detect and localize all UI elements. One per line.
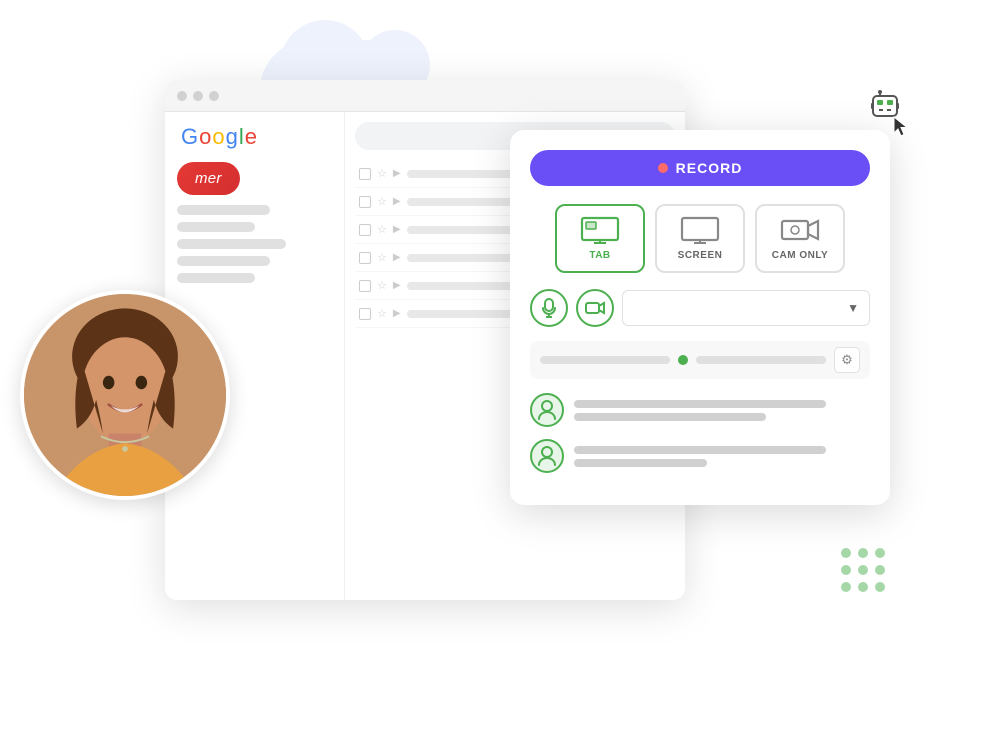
deco-dot (858, 548, 868, 558)
gmail-checkbox (359, 252, 371, 264)
compose-button[interactable]: mer (177, 162, 240, 195)
mode-button-tab[interactable]: TAB (555, 204, 645, 273)
gmail-arrow: ▶ (393, 252, 401, 263)
participant-info-1 (574, 400, 870, 421)
gmail-star: ☆ (377, 307, 387, 320)
gmail-star: ☆ (377, 195, 387, 208)
microphone-button[interactable] (530, 289, 568, 327)
tab-mode-icon (580, 216, 620, 244)
gmail-nav-item-5 (177, 273, 255, 283)
tab-bar-item-1 (540, 356, 670, 364)
deco-dot (841, 582, 851, 592)
participant-name-line (574, 400, 826, 408)
cam-only-mode-label: CAM ONLY (772, 250, 828, 261)
mode-button-cam-only[interactable]: CAM ONLY (755, 204, 845, 273)
cam-only-mode-icon (780, 216, 820, 244)
gmail-arrow: ▶ (393, 308, 401, 319)
browser-dot-3 (209, 91, 219, 101)
gmail-star: ☆ (377, 251, 387, 264)
gmail-nav-item-1 (177, 205, 270, 215)
mode-button-screen[interactable]: SCREEN (655, 204, 745, 273)
chevron-down-icon: ▼ (847, 301, 859, 315)
deco-dot (841, 548, 851, 558)
gmail-arrow: ▶ (393, 224, 401, 235)
participant-avatar-1 (530, 393, 564, 427)
browser-titlebar (165, 80, 685, 112)
participant-name-line (574, 446, 826, 454)
participant-info-2 (574, 446, 870, 467)
deco-dot (875, 582, 885, 592)
mode-buttons-container: TAB SCREEN (530, 204, 870, 273)
deco-dot (858, 582, 868, 592)
deco-dot (858, 565, 868, 575)
gmail-star: ☆ (377, 279, 387, 292)
decorative-dots (841, 548, 885, 592)
profile-photo-circle (20, 290, 230, 500)
browser-dot-2 (193, 91, 203, 101)
deco-dot (875, 548, 885, 558)
gmail-nav-item-4 (177, 256, 270, 266)
tab-bar: ⚙ (530, 341, 870, 379)
record-dot-icon (658, 163, 668, 173)
participant-detail-line (574, 459, 707, 467)
gmail-star: ☆ (377, 223, 387, 236)
deco-dot (841, 565, 851, 575)
tab-bar-item-2 (696, 356, 826, 364)
gmail-checkbox (359, 196, 371, 208)
participant-row-2 (530, 439, 870, 473)
tab-mode-label: TAB (589, 250, 610, 261)
tab-active-indicator (678, 355, 688, 365)
gmail-checkbox (359, 224, 371, 236)
gmail-arrow: ▶ (393, 196, 401, 207)
record-label: RECORD (676, 160, 743, 176)
gear-icon: ⚙ (841, 352, 853, 368)
recording-panel: RECORD TAB (510, 130, 890, 505)
screen-mode-label: SCREEN (678, 250, 723, 261)
gmail-arrow: ▶ (393, 168, 401, 179)
screen-mode-icon (680, 216, 720, 244)
browser-dot-1 (177, 91, 187, 101)
record-button[interactable]: RECORD (530, 150, 870, 186)
profile-image (24, 294, 226, 496)
camera-button[interactable] (576, 289, 614, 327)
camera-select-dropdown[interactable]: ▼ (622, 290, 870, 326)
compose-label: mer (195, 170, 222, 187)
participant-detail-line (574, 413, 766, 421)
settings-button[interactable]: ⚙ (834, 347, 860, 373)
participant-row-1 (530, 393, 870, 427)
gmail-star: ☆ (377, 167, 387, 180)
scene: Google mer ☆ ▶ (0, 0, 990, 747)
gmail-nav-item-2 (177, 222, 255, 232)
gmail-checkbox (359, 168, 371, 180)
gmail-checkbox (359, 308, 371, 320)
gmail-nav-item-3 (177, 239, 286, 249)
gmail-arrow: ▶ (393, 280, 401, 291)
participant-avatar-2 (530, 439, 564, 473)
audio-controls-row: ▼ (530, 289, 870, 327)
cursor-icon (892, 115, 912, 144)
google-logo: Google (177, 124, 332, 150)
gmail-checkbox (359, 280, 371, 292)
deco-dot (875, 565, 885, 575)
